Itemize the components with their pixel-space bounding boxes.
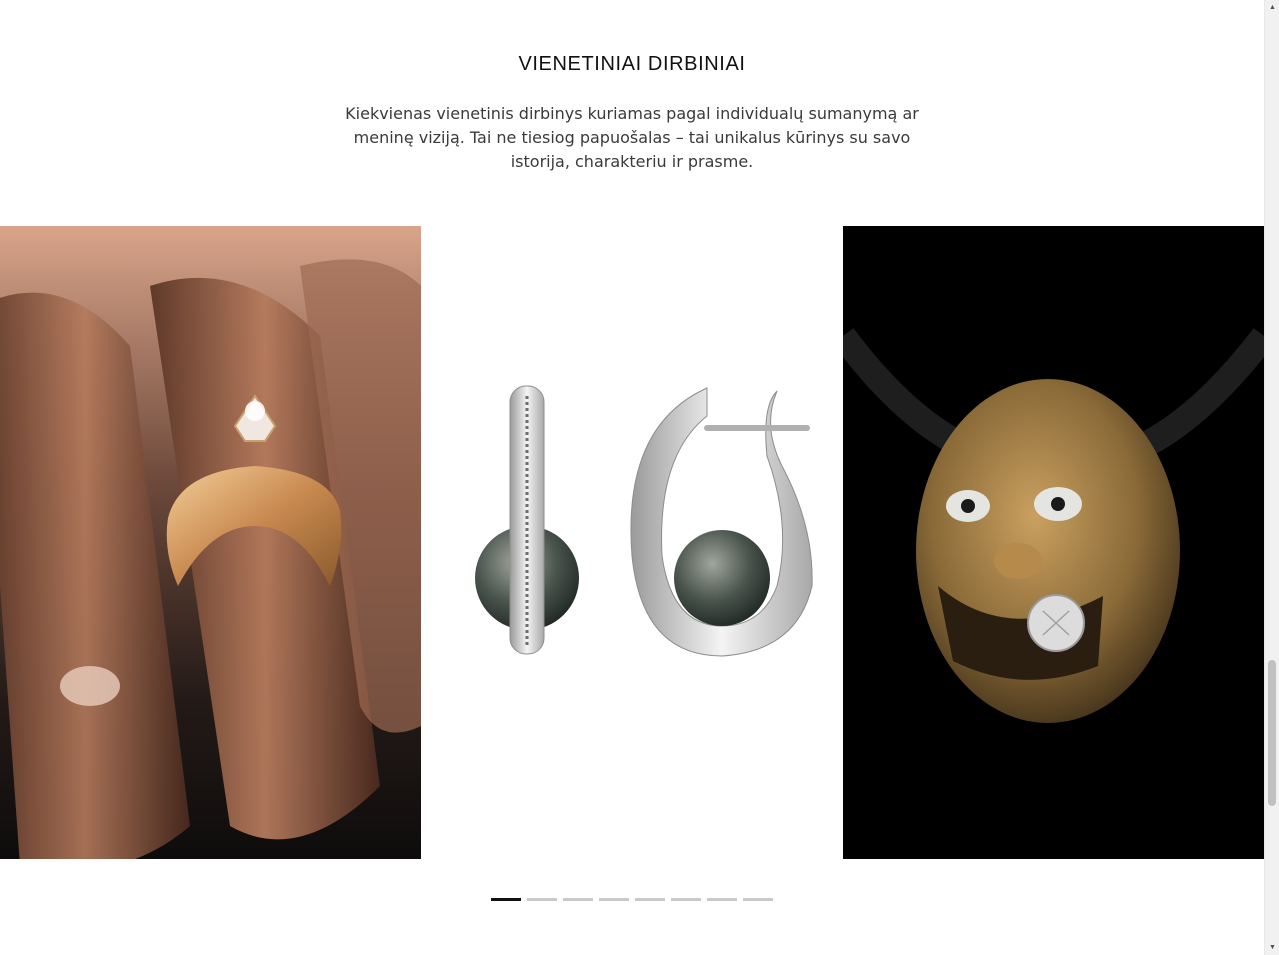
slider-dot-3[interactable] [563, 898, 593, 901]
ring-on-hand-image [0, 226, 421, 859]
slider-dot-1[interactable] [491, 898, 521, 901]
slider-dot-7[interactable] [707, 898, 737, 901]
scroll-down-arrow-icon[interactable]: ▼ [1265, 940, 1279, 955]
page-scrollbar[interactable]: ▲ ▼ [1264, 0, 1279, 955]
slider-dot-5[interactable] [635, 898, 665, 901]
scroll-up-arrow-icon[interactable]: ▲ [1265, 0, 1279, 15]
slide-earrings[interactable] [421, 226, 843, 859]
slider-pagination [491, 898, 773, 901]
slider-dot-6[interactable] [671, 898, 701, 901]
image-slider[interactable] [0, 226, 1264, 859]
slide-mask-pendant[interactable] [843, 226, 1264, 859]
scrollbar-thumb[interactable] [1268, 660, 1276, 806]
slider-dot-4[interactable] [599, 898, 629, 901]
pearl-earrings-image [421, 226, 843, 859]
slider-dot-2[interactable] [527, 898, 557, 901]
section-description: Kiekvienas vienetinis dirbinys kuriamas … [345, 104, 919, 171]
mask-pendant-image [843, 226, 1264, 859]
section-title: VIENETINIAI DIRBINIAI [518, 52, 746, 75]
slider-dot-8[interactable] [743, 898, 773, 901]
slide-ring[interactable] [0, 226, 421, 859]
